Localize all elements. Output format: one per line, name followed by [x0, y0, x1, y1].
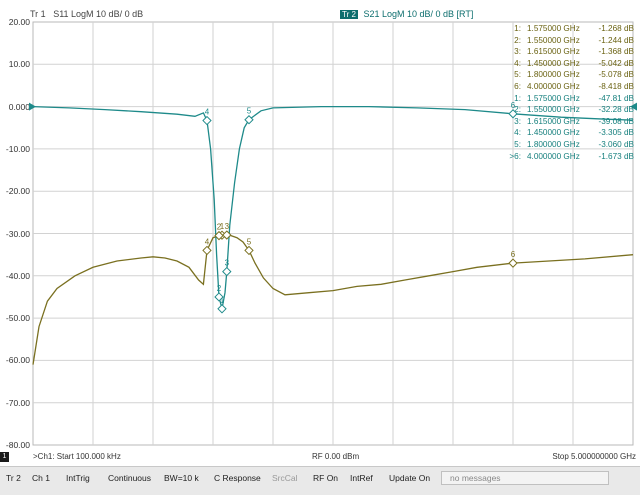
marker-id: 6:	[514, 81, 521, 91]
softkey-ch-1[interactable]: Ch 1	[32, 473, 50, 483]
marker-label: 3	[225, 222, 230, 231]
marker-value: -32.28 dB	[598, 105, 634, 115]
source-power[interactable]: RF 0.00 dBm	[312, 452, 359, 461]
marker-value: -1.673 dB	[598, 151, 634, 161]
marker-s21-5: 5	[244, 107, 254, 125]
softkey-c-response[interactable]: C Response	[214, 473, 261, 483]
marker-value: -1.244 dB	[598, 35, 634, 45]
marker-row[interactable]: 1: 1.575000 GHz -1.268 dB	[508, 23, 634, 35]
marker-id: 5:	[514, 70, 521, 80]
marker-label: 6	[511, 250, 516, 259]
marker-id: 2:	[514, 105, 521, 115]
start-frequency[interactable]: >Ch1: Start 100.000 kHz	[33, 452, 121, 461]
marker-frequency: 1.575000 GHz	[527, 24, 580, 33]
marker-s21-2: 2	[214, 284, 224, 302]
softkey-rf-on[interactable]: RF On	[313, 473, 338, 483]
plot-markers: 12 34 561234 56	[202, 101, 518, 314]
softkey-bw-10-k[interactable]: BW=10 k	[164, 473, 199, 483]
marker-frequency: 1.550000 GHz	[527, 105, 580, 115]
marker-value: -5.042 dB	[598, 58, 634, 68]
marker-id: 4:	[514, 58, 521, 68]
marker-row[interactable]: 4: 1.450000 GHz -5.042 dB	[508, 58, 634, 70]
marker-id: >6:	[509, 151, 521, 161]
marker-label: 5	[247, 107, 252, 116]
marker-label: 4	[205, 237, 210, 246]
marker-label: 2	[217, 284, 222, 293]
marker-id: 2:	[514, 35, 521, 45]
vna-screen: Tr 1 S11 LogM 10 dB/ 0 dB Tr 2 S21 LogM …	[0, 0, 640, 495]
marker-row[interactable]: 3: 1.615000 GHz -39.08 dB	[508, 116, 634, 128]
softkey-update-on[interactable]: Update On	[389, 473, 430, 483]
softkey-tr-2[interactable]: Tr 2	[6, 473, 21, 483]
marker-value: -1.268 dB	[598, 24, 634, 33]
marker-diamond	[508, 258, 518, 268]
marker-diamond	[217, 304, 227, 314]
marker-row[interactable]: 5: 1.800000 GHz -5.078 dB	[508, 69, 634, 81]
marker-s11-5: 5	[244, 237, 254, 256]
marker-row[interactable]: 4: 1.450000 GHz -3.305 dB	[508, 127, 634, 139]
marker-s11-6: 6	[508, 250, 518, 268]
marker-label: 3	[225, 259, 230, 268]
marker-s21-4: 4	[202, 108, 212, 126]
softkey-no-messages: no messages	[441, 471, 609, 485]
marker-label: 2	[217, 223, 222, 232]
marker-id: 5:	[514, 139, 521, 149]
marker-label: 4	[205, 108, 210, 117]
marker-frequency: 1.615000 GHz	[527, 116, 580, 126]
marker-row[interactable]: 5: 1.800000 GHz -3.060 dB	[508, 139, 634, 151]
marker-value: -5.078 dB	[598, 70, 634, 80]
marker-frequency: 1.450000 GHz	[527, 58, 580, 68]
marker-frequency: 1.615000 GHz	[527, 47, 580, 57]
marker-frequency: 4.000000 GHz	[527, 151, 580, 161]
marker-row[interactable]: 3: 1.615000 GHz -1.368 dB	[508, 46, 634, 58]
marker-diamond	[202, 115, 212, 126]
marker-frequency: 1.575000 GHz	[527, 93, 580, 103]
marker-row[interactable]: 6: 4.000000 GHz -8.418 dB	[508, 81, 634, 93]
marker-value: -8.418 dB	[598, 81, 634, 91]
marker-value: -47.81 dB	[598, 93, 634, 103]
marker-frequency: 1.450000 GHz	[527, 128, 580, 138]
marker-diamond	[202, 245, 212, 256]
marker-value: -3.305 dB	[598, 128, 634, 138]
marker-value: -3.060 dB	[598, 139, 634, 149]
marker-table: 1: 1.575000 GHz -1.268 dB 2: 1.550000 GHz -1.…	[508, 23, 634, 162]
marker-s21-3: 3	[222, 259, 232, 277]
marker-frequency: 1.800000 GHz	[527, 70, 580, 80]
marker-frequency: 4.000000 GHz	[527, 81, 580, 91]
softkey-bar: Tr 2 Ch 1 IntTrig Continuous BW=10 k C Respon…	[0, 466, 640, 495]
marker-id: 3:	[514, 116, 521, 126]
marker-row[interactable]: >6: 4.000000 GHz -1.673 dB	[508, 151, 634, 163]
marker-frequency: 1.550000 GHz	[527, 35, 580, 45]
marker-diamond	[244, 245, 254, 256]
marker-value: -39.08 dB	[598, 116, 634, 126]
marker-id: 4:	[514, 128, 521, 138]
marker-value: -1.368 dB	[598, 47, 634, 57]
stop-frequency[interactable]: Stop 5.000000000 GHz	[552, 452, 636, 461]
marker-id: 1:	[514, 24, 521, 33]
marker-row[interactable]: 2: 1.550000 GHz -1.244 dB	[508, 35, 634, 47]
softkey-intref[interactable]: IntRef	[350, 473, 373, 483]
softkey-inttrig[interactable]: IntTrig	[66, 473, 90, 483]
marker-diamond	[222, 266, 232, 277]
status-line: >Ch1: Start 100.000 kHz RF 0.00 dBm Stop…	[30, 452, 640, 463]
marker-row[interactable]: 1: 1.575000 GHz -47.81 dB	[508, 93, 634, 105]
softkey-continuous[interactable]: Continuous	[108, 473, 151, 483]
marker-label: 5	[247, 237, 252, 246]
channel-badge[interactable]: 1	[0, 452, 9, 462]
marker-row[interactable]: 2: 1.550000 GHz -32.28 dB	[508, 104, 634, 116]
marker-id: 3:	[514, 47, 521, 57]
marker-frequency: 1.800000 GHz	[527, 139, 580, 149]
marker-id: 1:	[514, 93, 521, 103]
softkey-srccal[interactable]: SrcCal	[272, 473, 298, 483]
